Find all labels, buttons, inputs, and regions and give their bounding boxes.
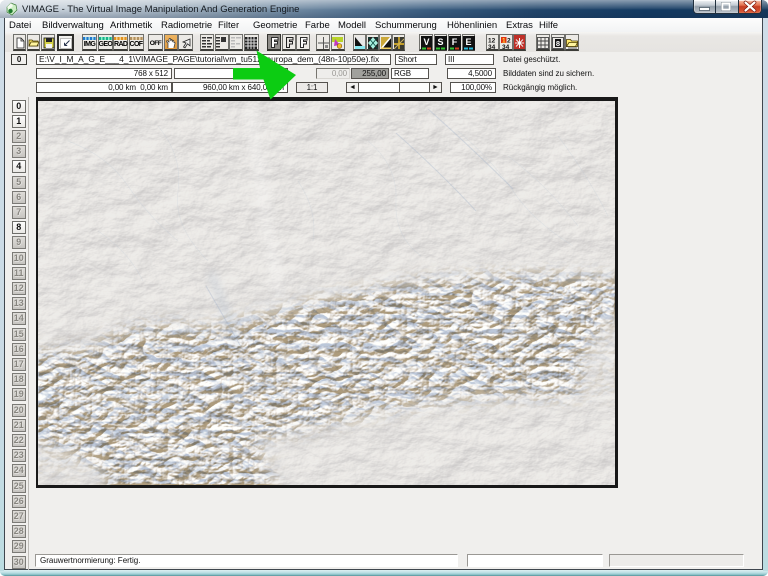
svg-text:F: F	[452, 37, 458, 47]
svg-text:34: 34	[488, 44, 496, 49]
svg-text:E: E	[465, 37, 471, 47]
svg-text:34: 34	[502, 44, 510, 49]
svg-text:S: S	[437, 37, 443, 47]
svg-text:8: 8	[556, 39, 560, 48]
svg-text:V: V	[423, 37, 429, 47]
